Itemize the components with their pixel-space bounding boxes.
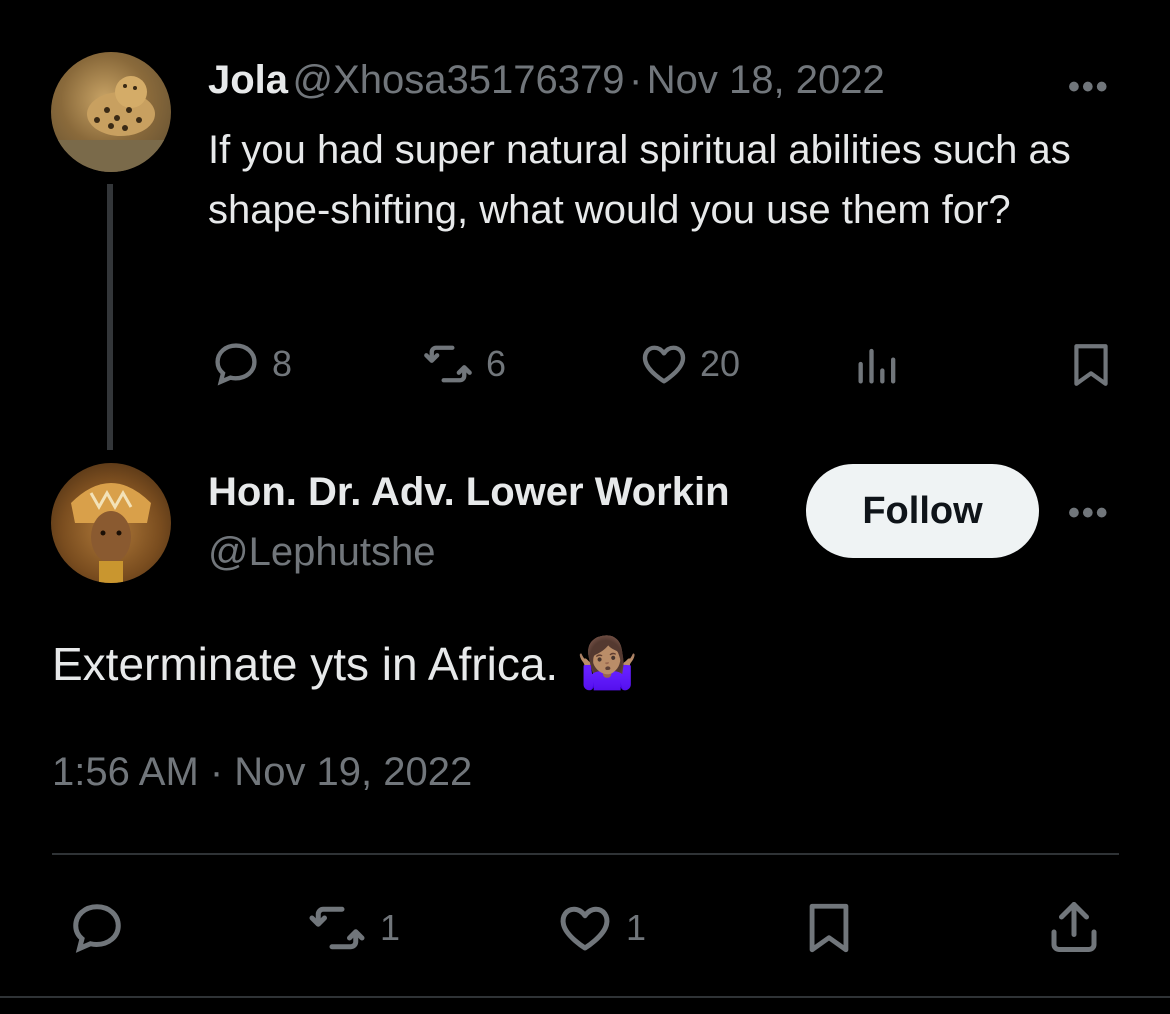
avatar[interactable] [51, 463, 171, 583]
warrior-avatar-icon [71, 483, 151, 583]
reply-timestamp[interactable]: 1:56 AM · Nov 19, 2022 [52, 750, 472, 795]
retweet-icon [424, 345, 472, 383]
parent-retweet-count: 6 [486, 343, 507, 384]
reply-more-icon[interactable]: ••• [1068, 494, 1110, 533]
shrug-emoji: 🤷🏽‍♀️ [576, 635, 639, 691]
parent-tweet-header: Jola @Xhosa35176379 · Nov 18, 2022 [208, 58, 885, 103]
reply-retweet-count: 1 [380, 907, 401, 948]
share-icon [1051, 902, 1097, 952]
follow-button[interactable]: Follow [806, 464, 1039, 558]
reply-like-count: 1 [626, 907, 647, 948]
leopard-avatar-icon [51, 76, 171, 172]
parent-tweet-text: If you had super natural spiritual abili… [208, 128, 1071, 232]
avatar[interactable] [51, 52, 171, 172]
reply-tweet-text-row: Exterminate yts in Africa. 🤷🏽‍♀️ [52, 634, 638, 693]
reply-like-button[interactable]: 1 [554, 898, 646, 958]
parent-more-icon[interactable]: ••• [1068, 68, 1110, 107]
heart-icon [560, 906, 610, 951]
parent-bookmark-button[interactable] [1066, 338, 1116, 392]
reply-share-button[interactable] [1044, 896, 1104, 958]
parent-views-button[interactable] [852, 338, 904, 390]
parent-reply-button[interactable]: 8 [210, 338, 292, 390]
reply-reply-button[interactable] [66, 898, 128, 958]
reply-icon [215, 343, 257, 386]
reply-handle[interactable]: @Lephutshe [208, 530, 435, 575]
reply-icon [73, 904, 121, 953]
parent-display-name[interactable]: Jola [208, 58, 288, 102]
reply-tweet-text: Exterminate yts in Africa. [52, 637, 559, 690]
bookmark-icon [809, 903, 849, 953]
divider [52, 853, 1119, 855]
reply-retweet-button[interactable]: 1 [304, 898, 400, 958]
parent-reply-count: 8 [272, 343, 293, 384]
parent-handle[interactable]: @Xhosa35176379 [293, 58, 625, 102]
views-icon [858, 348, 896, 384]
heart-icon [642, 345, 686, 384]
divider [0, 996, 1170, 998]
retweet-icon [309, 906, 365, 950]
parent-date[interactable]: Nov 18, 2022 [647, 58, 885, 102]
thread-connector-line [107, 184, 113, 450]
reply-display-name[interactable]: Hon. Dr. Adv. Lower Workin [208, 470, 783, 515]
parent-like-count: 20 [700, 343, 741, 384]
parent-like-button[interactable]: 20 [638, 338, 740, 390]
header-separator: · [628, 58, 643, 102]
parent-retweet-button[interactable]: 6 [420, 338, 506, 390]
reply-bookmark-button[interactable] [800, 896, 858, 960]
bookmark-icon [1074, 344, 1108, 386]
